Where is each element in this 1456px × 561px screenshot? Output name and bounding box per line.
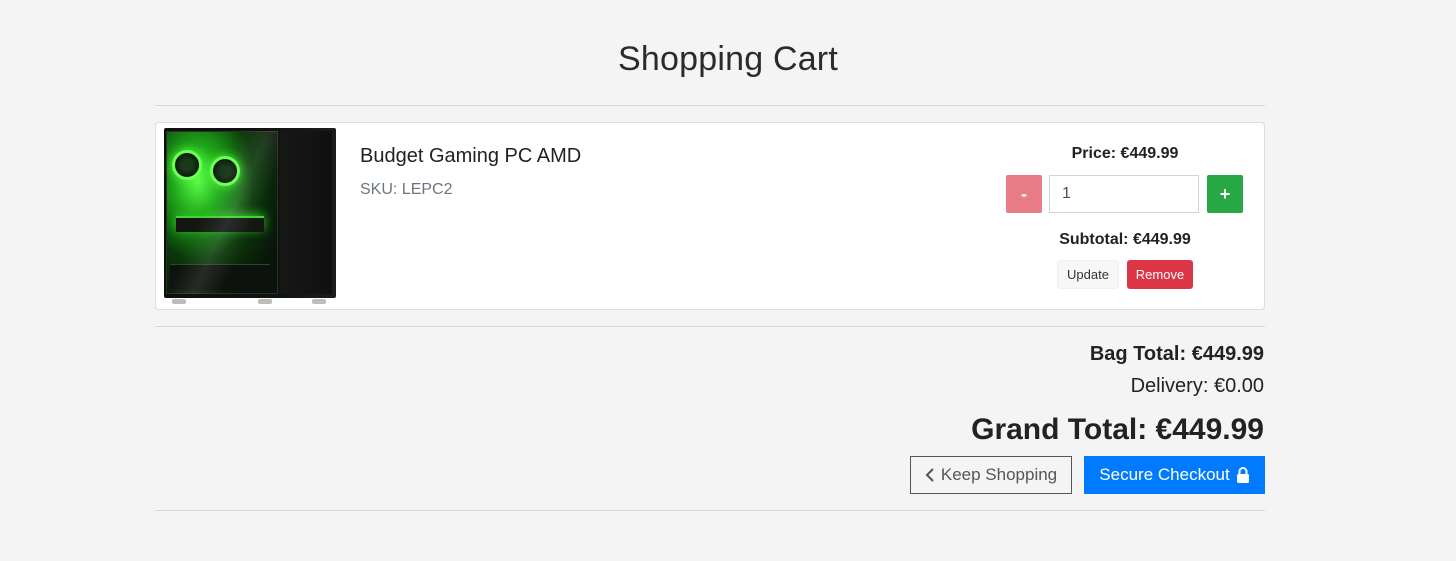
- page-title: Shopping Cart: [618, 40, 838, 78]
- secure-checkout-button[interactable]: Secure Checkout: [1084, 456, 1265, 494]
- cart-item-card: Budget Gaming PC AMD SKU: LEPC2 Price: €…: [155, 122, 1265, 310]
- keep-shopping-button[interactable]: Keep Shopping: [910, 456, 1072, 494]
- update-button[interactable]: Update: [1057, 260, 1119, 289]
- divider-bottom: [155, 510, 1265, 511]
- delivery-cost: Delivery: €0.00: [1130, 375, 1264, 397]
- decrease-quantity-button[interactable]: -: [1006, 175, 1042, 213]
- product-name: Budget Gaming PC AMD: [360, 145, 582, 167]
- divider-middle: [155, 326, 1265, 327]
- item-subtotal: Subtotal: €449.99: [1059, 231, 1191, 248]
- remove-button[interactable]: Remove: [1127, 260, 1193, 289]
- quantity-input[interactable]: [1049, 175, 1199, 213]
- increase-quantity-button[interactable]: +: [1207, 175, 1243, 213]
- product-sku: SKU: LEPC2: [360, 181, 453, 198]
- keep-shopping-label: Keep Shopping: [940, 465, 1058, 484]
- divider-top: [155, 105, 1265, 106]
- item-price: Price: €449.99: [1071, 145, 1179, 162]
- lock-icon: [1236, 467, 1250, 483]
- bag-total: Bag Total: €449.99: [1089, 343, 1264, 365]
- grand-total: Grand Total: €449.99: [971, 413, 1264, 446]
- shopping-cart-page: Shopping Cart Budget Gaming PC AMD SKU: …: [0, 0, 1456, 561]
- secure-checkout-label: Secure Checkout: [1099, 465, 1230, 484]
- chevron-left-icon: [925, 467, 935, 483]
- product-image: [162, 128, 336, 304]
